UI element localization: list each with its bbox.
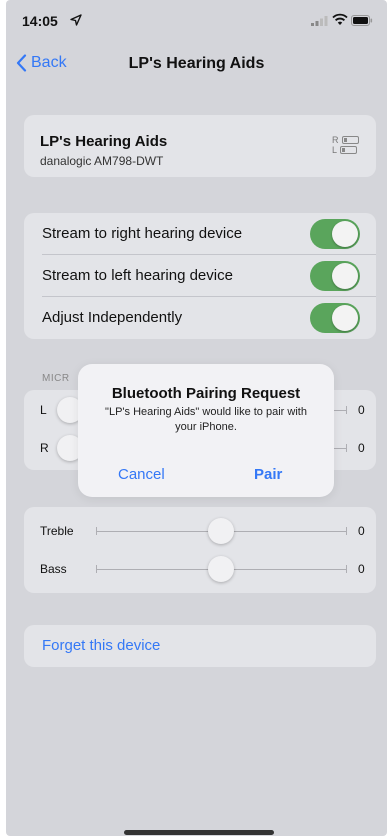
streaming-settings-group: Stream to right hearing device Stream to… bbox=[24, 213, 376, 339]
right-battery-icon bbox=[341, 136, 359, 144]
stream-left-row: Stream to left hearing device bbox=[24, 255, 376, 297]
treble-slider-knob[interactable] bbox=[208, 518, 234, 544]
device-model: danalogic AM798-DWT bbox=[40, 154, 164, 168]
treble-value: 0 bbox=[358, 524, 365, 538]
switch-knob bbox=[332, 263, 358, 289]
left-battery-label: L bbox=[332, 145, 338, 155]
tone-group: Treble 0 Bass 0 bbox=[24, 507, 376, 593]
stream-left-label: Stream to left hearing device bbox=[42, 267, 233, 284]
pair-button[interactable]: Pair bbox=[254, 466, 282, 483]
treble-label: Treble bbox=[40, 524, 74, 538]
mic-left-label: L bbox=[40, 403, 47, 417]
stream-right-switch[interactable] bbox=[310, 219, 360, 249]
bass-slider-knob[interactable] bbox=[208, 556, 234, 582]
device-name: LP's Hearing Aids bbox=[40, 133, 168, 150]
home-indicator[interactable] bbox=[124, 830, 274, 835]
left-battery-row: L bbox=[332, 145, 362, 155]
switch-knob bbox=[332, 305, 358, 331]
left-battery-icon bbox=[340, 146, 358, 154]
phone-screen: 14:05 Back LP's Hearing Aids LP's Hearin… bbox=[6, 0, 387, 836]
bluetooth-pairing-dialog: Bluetooth Pairing Request "LP's Hearing … bbox=[78, 364, 334, 497]
right-battery-label: R bbox=[332, 135, 339, 145]
status-time: 14:05 bbox=[22, 13, 58, 29]
battery-icon bbox=[351, 15, 373, 26]
mic-right-value: 0 bbox=[358, 441, 365, 455]
treble-slider-row: Treble 0 bbox=[24, 511, 376, 551]
slider-end-tick bbox=[346, 406, 347, 414]
cellular-signal-icon bbox=[311, 16, 328, 26]
forget-device-label: Forget this device bbox=[42, 637, 161, 654]
location-arrow-icon bbox=[70, 14, 82, 26]
bass-slider-row: Bass 0 bbox=[24, 549, 376, 589]
status-bar: 14:05 bbox=[6, 0, 387, 40]
slider-end-tick bbox=[346, 565, 347, 573]
stream-right-row: Stream to right hearing device bbox=[24, 213, 376, 255]
adjust-independently-row: Adjust Independently bbox=[24, 297, 376, 339]
microphone-section-header: MICR bbox=[42, 373, 70, 384]
forget-device-button[interactable]: Forget this device bbox=[24, 625, 376, 667]
dialog-message: "LP's Hearing Aids" would like to pair w… bbox=[105, 406, 307, 433]
page-title: LP's Hearing Aids bbox=[128, 55, 265, 72]
bass-value: 0 bbox=[358, 562, 365, 576]
dialog-title: Bluetooth Pairing Request bbox=[111, 385, 301, 402]
wifi-icon bbox=[332, 13, 348, 25]
right-battery-row: R bbox=[332, 135, 362, 145]
device-info-card: LP's Hearing Aids danalogic AM798-DWT R … bbox=[24, 115, 376, 177]
device-battery-status: R L bbox=[332, 135, 362, 155]
bass-label: Bass bbox=[40, 562, 67, 576]
mic-left-value: 0 bbox=[358, 403, 365, 417]
switch-knob bbox=[332, 221, 358, 247]
navigation-bar: Back LP's Hearing Aids bbox=[6, 48, 387, 82]
stream-left-switch[interactable] bbox=[310, 261, 360, 291]
adjust-independently-label: Adjust Independently bbox=[42, 309, 183, 326]
cancel-button[interactable]: Cancel bbox=[118, 466, 165, 483]
adjust-independently-switch[interactable] bbox=[310, 303, 360, 333]
slider-end-tick bbox=[346, 444, 347, 452]
slider-end-tick bbox=[346, 527, 347, 535]
mic-right-label: R bbox=[40, 441, 49, 455]
stream-right-label: Stream to right hearing device bbox=[42, 225, 243, 242]
